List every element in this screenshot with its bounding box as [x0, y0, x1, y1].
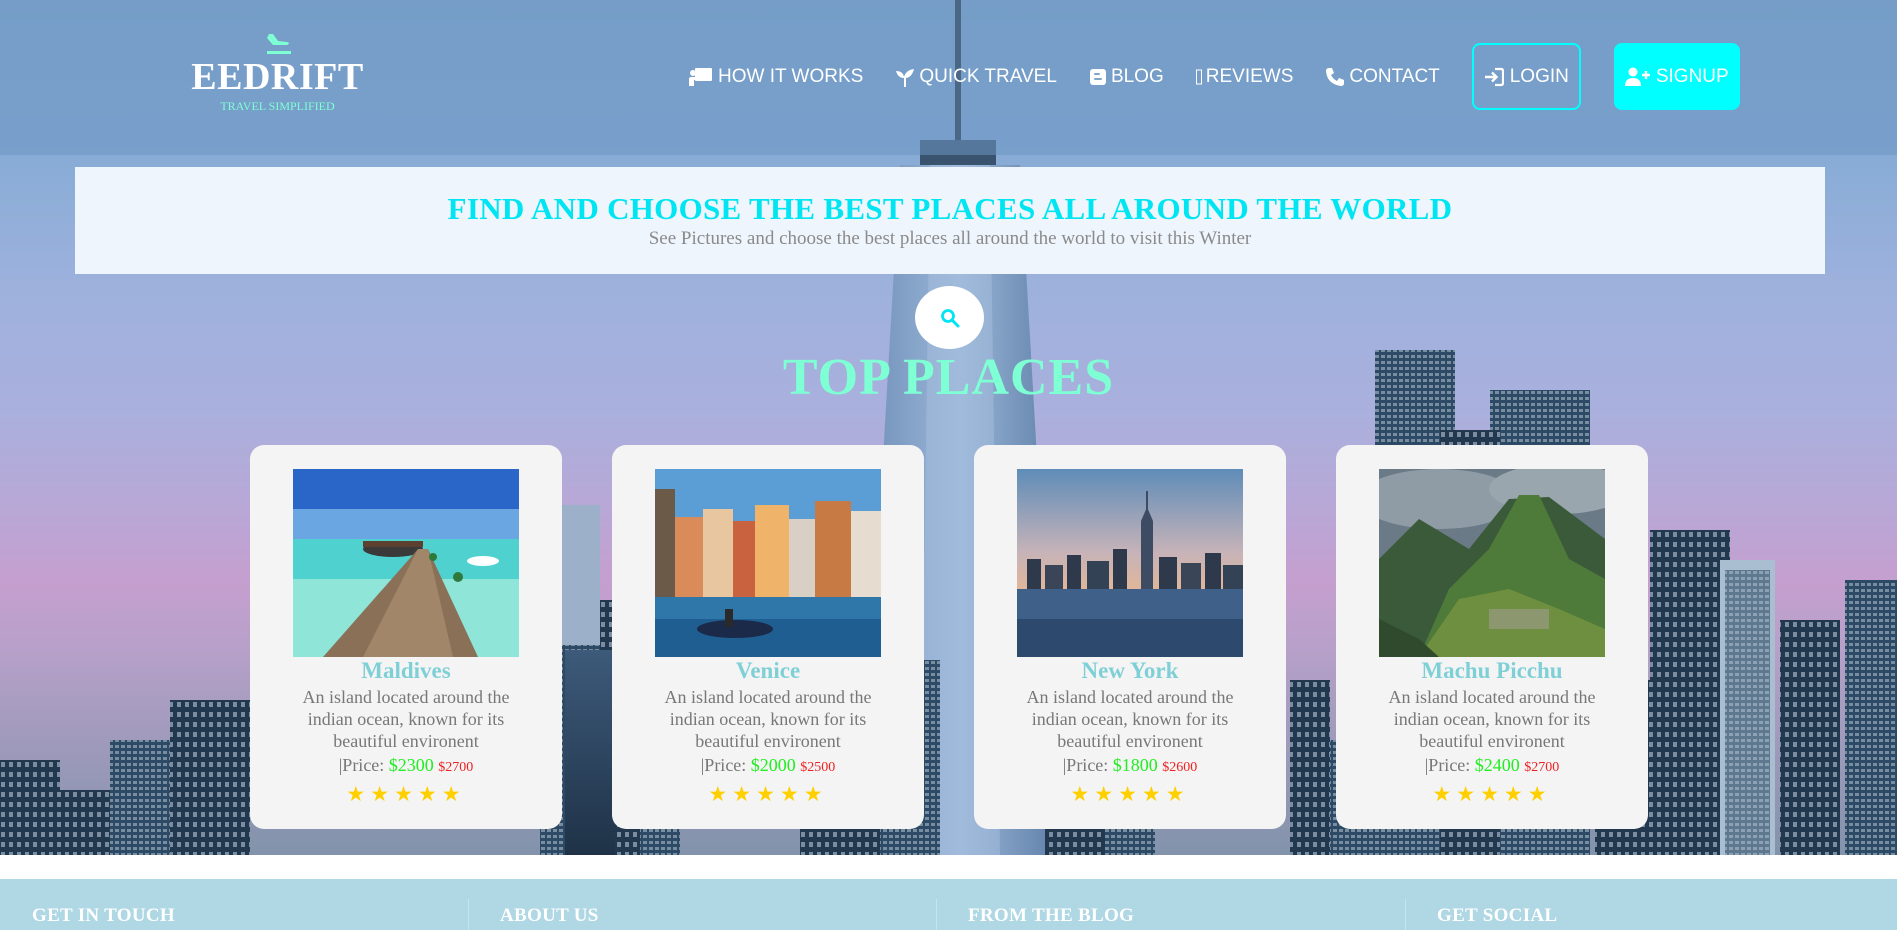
signup-label: SIGNUP [1655, 65, 1729, 87]
price-label: |Price: [1062, 755, 1109, 775]
seedling-icon [896, 68, 915, 87]
place-price: |Price: $2000 $2500 [612, 754, 924, 779]
site-footer: GET IN TOUCH ABOUT US FROM THE BLOG GET … [0, 879, 1897, 930]
nav-label: REVIEWS [1205, 65, 1294, 87]
footer-divider [468, 899, 469, 930]
nav-quick-travel[interactable]: QUICK TRAVEL [895, 66, 1057, 88]
search-icon [940, 308, 959, 327]
place-price: |Price: $2300 $2700 [250, 754, 562, 779]
place-name: Venice [735, 658, 801, 683]
nav-blog[interactable]: BLOG [1089, 66, 1164, 88]
login-button[interactable]: LOGIN [1471, 43, 1581, 110]
blogger-icon [1089, 68, 1106, 85]
place-description: An island located around the indian ocea… [1388, 687, 1596, 751]
place-name: Maldives [361, 658, 451, 683]
brand-tagline: TRAVEL SIMPLIFIED [220, 99, 335, 113]
footer-heading-get-social: GET SOCIAL [1437, 905, 1558, 926]
price-old: $2700 [438, 760, 474, 775]
nav-reviews[interactable]: REVIEWS [1195, 65, 1294, 88]
nav-contact[interactable]: CONTACT [1325, 65, 1440, 88]
star-rating: ★★★★★ [1432, 782, 1552, 806]
sign-in-icon [1484, 67, 1504, 86]
machu-picchu-photo [1379, 469, 1605, 657]
nav-label: CONTACT [1349, 65, 1440, 87]
price-old: $2500 [800, 760, 836, 775]
price-label: |Price: [1424, 755, 1471, 775]
main-nav: HOW IT WORKS QUICK TRAVEL BLOG REVIEWS C… [688, 43, 1740, 110]
presentation-icon [689, 67, 712, 86]
place-card[interactable]: Machu Picchu An island located around th… [1336, 445, 1648, 829]
price-label: |Price: [338, 755, 385, 775]
top-places-title: TOP PLACES [782, 349, 1115, 406]
place-description: An island located around the indian ocea… [302, 687, 510, 751]
nav-label: BLOG [1110, 65, 1164, 87]
places-grid: Maldives An island located around the in… [250, 445, 1648, 829]
place-description: An island located around the indian ocea… [664, 687, 872, 751]
star-rating: ★★★★★ [708, 782, 828, 806]
banner-title: FIND AND CHOOSE THE BEST PLACES ALL AROU… [447, 191, 1453, 226]
place-card[interactable]: Maldives An island located around the in… [250, 445, 562, 829]
place-price: |Price: $2400 $2700 [1336, 754, 1648, 779]
price-current: $2300 [388, 755, 434, 775]
user-plus-icon [1624, 67, 1650, 86]
place-card[interactable]: Venice An island located around the indi… [612, 445, 924, 829]
nav-how-it-works[interactable]: HOW IT WORKS [688, 66, 863, 88]
footer-divider [1405, 899, 1406, 930]
nav-label: HOW IT WORKS [718, 65, 864, 87]
login-label: LOGIN [1509, 65, 1569, 87]
signup-button[interactable]: SIGNUP [1613, 43, 1740, 110]
price-old: $2600 [1162, 760, 1198, 775]
banner-subtitle: See Pictures and choose the best places … [648, 228, 1252, 249]
price-current: $2000 [750, 755, 796, 775]
price-old: $2700 [1524, 760, 1560, 775]
price-current: $1800 [1112, 755, 1158, 775]
nav-label: QUICK TRAVEL [919, 65, 1057, 87]
site-header: EEDRIFT TRAVEL SIMPLIFIED HOW IT WORKS Q… [0, 0, 1897, 155]
phone-icon [1326, 67, 1345, 86]
brand-name: EEDRIFT [191, 56, 364, 98]
venice-photo [655, 469, 881, 657]
footer-heading-about-us: ABOUT US [500, 905, 599, 926]
footer-heading-from-the-blog: FROM THE BLOG [968, 905, 1135, 926]
hero-banner: FIND AND CHOOSE THE BEST PLACES ALL AROU… [75, 167, 1825, 274]
footer-heading-get-in-touch: GET IN TOUCH [32, 905, 175, 926]
place-name: Machu Picchu [1421, 658, 1563, 683]
place-name: New York [1081, 658, 1179, 683]
place-card[interactable]: New York An island located around the in… [974, 445, 1286, 829]
footer-divider [936, 899, 937, 930]
star-rating: ★★★★★ [346, 782, 466, 806]
price-label: |Price: [700, 755, 747, 775]
brand-logo[interactable]: EEDRIFT TRAVEL SIMPLIFIED [190, 32, 365, 114]
search-button[interactable] [915, 286, 984, 349]
price-current: $2400 [1474, 755, 1520, 775]
missing-glyph-icon [1195, 69, 1202, 84]
place-description: An island located around the indian ocea… [1026, 687, 1234, 751]
new-york-photo [1017, 469, 1243, 657]
maldives-photo [293, 469, 519, 657]
place-price: |Price: $1800 $2600 [974, 754, 1286, 779]
airplane-icon [266, 34, 291, 54]
star-rating: ★★★★★ [1070, 782, 1190, 806]
